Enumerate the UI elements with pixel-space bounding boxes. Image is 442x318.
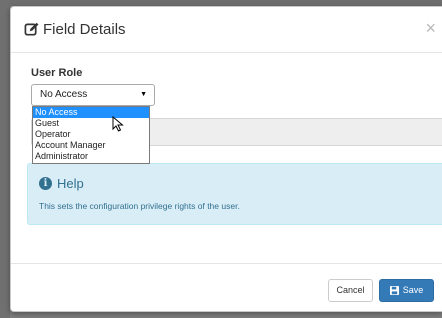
user-role-select[interactable]: No Access ▼ [31, 84, 155, 106]
mouse-cursor-icon [112, 116, 124, 132]
user-role-selected-value: No Access [40, 89, 88, 100]
dropdown-option-account-manager[interactable]: Account Manager [33, 140, 149, 151]
dropdown-option-operator[interactable]: Operator [33, 129, 149, 140]
help-title-text: Help [57, 176, 84, 191]
help-title: i Help [39, 176, 84, 191]
close-icon[interactable]: × [425, 19, 436, 37]
modal-title-text: Field Details [43, 21, 126, 38]
dropdown-option-no-access[interactable]: No Access [33, 107, 149, 118]
save-button[interactable]: Save [379, 279, 434, 302]
user-role-dropdown-list: No Access Guest Operator Account Manager… [32, 106, 150, 164]
info-icon: i [39, 177, 52, 190]
help-text: This sets the configuration privilege ri… [39, 201, 240, 211]
dropdown-option-guest[interactable]: Guest [33, 118, 149, 129]
modal-title: Field Details [24, 21, 126, 38]
cancel-button[interactable]: Cancel [328, 279, 373, 302]
modal-footer-divider [11, 263, 442, 264]
edit-icon [24, 22, 39, 36]
save-icon [389, 286, 399, 295]
modal-header: Field Details × [11, 7, 442, 53]
field-details-modal: Field Details × User Role No Access ▼ i … [10, 6, 442, 312]
dropdown-option-administrator[interactable]: Administrator [33, 151, 149, 162]
help-panel: i Help This sets the configuration privi… [27, 163, 442, 225]
user-role-label: User Role [31, 67, 83, 79]
page-backdrop-left [0, 0, 10, 318]
save-button-label: Save [402, 285, 424, 295]
select-arrow-icon: ▼ [140, 91, 147, 98]
